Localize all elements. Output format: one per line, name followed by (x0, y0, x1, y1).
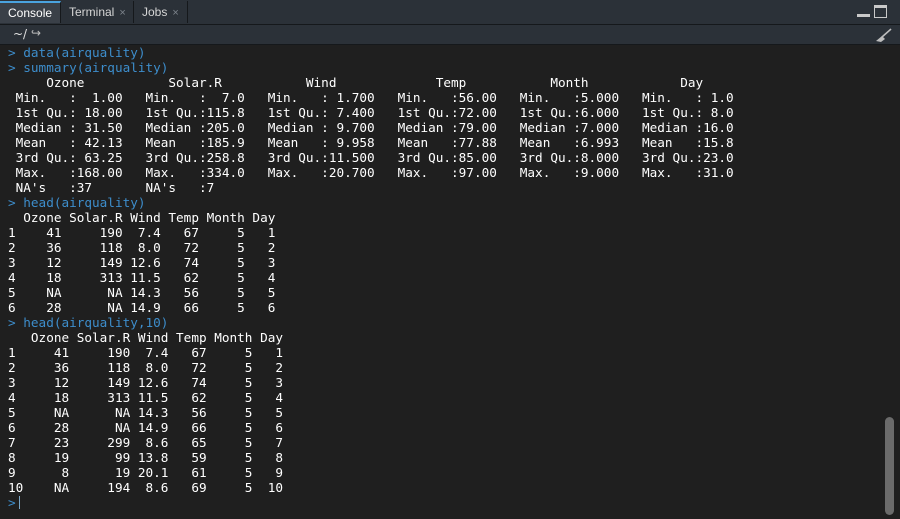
command-line: > head(airquality) (8, 195, 146, 210)
table-row: 4 18 313 11.5 62 5 4 (8, 390, 283, 405)
tab-terminal-label: Terminal (69, 5, 115, 19)
tab-console[interactable]: Console (0, 1, 61, 23)
table-row: 3 12 149 12.6 74 5 3 (8, 375, 283, 390)
summary-line: 1st Qu.: 18.00 1st Qu.:115.8 1st Qu.: 7.… (8, 105, 749, 120)
table-row: 3 12 149 12.6 74 5 3 (8, 255, 276, 270)
table-header: Ozone Solar.R Wind Temp Month Day (8, 330, 283, 345)
table-row: 1 41 190 7.4 67 5 1 (8, 225, 276, 240)
table-row: 2 36 118 8.0 72 5 2 (8, 360, 283, 375)
maximize-icon[interactable] (874, 5, 887, 18)
prompt: > (8, 195, 16, 210)
close-icon[interactable]: × (172, 7, 178, 19)
table-row: 5 NA NA 14.3 56 5 5 (8, 285, 276, 300)
text-cursor (18, 496, 20, 509)
scrollbar-thumb[interactable] (885, 417, 894, 515)
command-line: > summary(airquality) (8, 60, 168, 75)
table-row: 8 19 99 13.8 59 5 8 (8, 450, 283, 465)
prompt: > (8, 45, 16, 60)
summary-line: 3rd Qu.: 63.25 3rd Qu.:258.8 3rd Qu.:11.… (8, 150, 749, 165)
command-line: > head(airquality,10) (8, 315, 168, 330)
command-text: summary(airquality) (23, 60, 169, 75)
table-row: 7 23 299 8.6 65 5 7 (8, 435, 283, 450)
summary-line: Median : 31.50 Median :205.0 Median : 9.… (8, 120, 749, 135)
minimize-icon[interactable] (857, 5, 870, 17)
console-input-line[interactable]: > (8, 495, 20, 510)
table-row: 5 NA NA 14.3 56 5 5 (8, 405, 283, 420)
table-header: Ozone Solar.R Wind Temp Month Day (8, 210, 276, 225)
table-row: 9 8 19 20.1 61 5 9 (8, 465, 283, 480)
pane-tabbar: Console Terminal × Jobs × (0, 0, 900, 25)
summary-line: Min. : 1.00 Min. : 7.0 Min. : 1.700 Min.… (8, 90, 749, 105)
console-output[interactable]: > data(airquality) > summary(airquality)… (0, 45, 880, 519)
command-text: head(airquality,10) (23, 315, 169, 330)
table-row: 6 28 NA 14.9 66 5 6 (8, 300, 276, 315)
table-row: 4 18 313 11.5 62 5 4 (8, 270, 276, 285)
tab-console-label: Console (8, 6, 53, 20)
working-directory-bar: ~/ ↪ (0, 25, 900, 45)
go-to-directory-icon[interactable]: ↪ (31, 26, 41, 40)
command-text: head(airquality) (23, 195, 146, 210)
console-text: > data(airquality) > summary(airquality)… (0, 45, 880, 510)
summary-line: Ozone Solar.R Wind Temp Month Day (8, 75, 749, 90)
tab-terminal[interactable]: Terminal × (61, 1, 134, 23)
table-row: 10 NA 194 8.6 69 5 10 (8, 480, 283, 495)
table-row: 1 41 190 7.4 67 5 1 (8, 345, 283, 360)
prompt: > (8, 60, 16, 75)
working-directory-path: ~/ (13, 27, 28, 41)
broom-icon[interactable] (873, 28, 893, 43)
summary-line: Mean : 42.13 Mean :185.9 Mean : 9.958 Me… (8, 135, 749, 150)
table-row: 2 36 118 8.0 72 5 2 (8, 240, 276, 255)
summary-line: Max. :168.00 Max. :334.0 Max. :20.700 Ma… (8, 165, 749, 180)
summary-line: NA's :37 NA's :7 (8, 180, 757, 195)
table-row: 6 28 NA 14.9 66 5 6 (8, 420, 283, 435)
tab-jobs[interactable]: Jobs × (134, 1, 188, 23)
prompt: > (8, 495, 16, 510)
command-text: data(airquality) (23, 45, 146, 60)
prompt: > (8, 315, 16, 330)
close-icon[interactable]: × (119, 7, 125, 19)
tab-jobs-label: Jobs (142, 5, 168, 19)
command-line: > data(airquality) (8, 45, 146, 60)
console-scrollbar[interactable] (880, 45, 900, 519)
